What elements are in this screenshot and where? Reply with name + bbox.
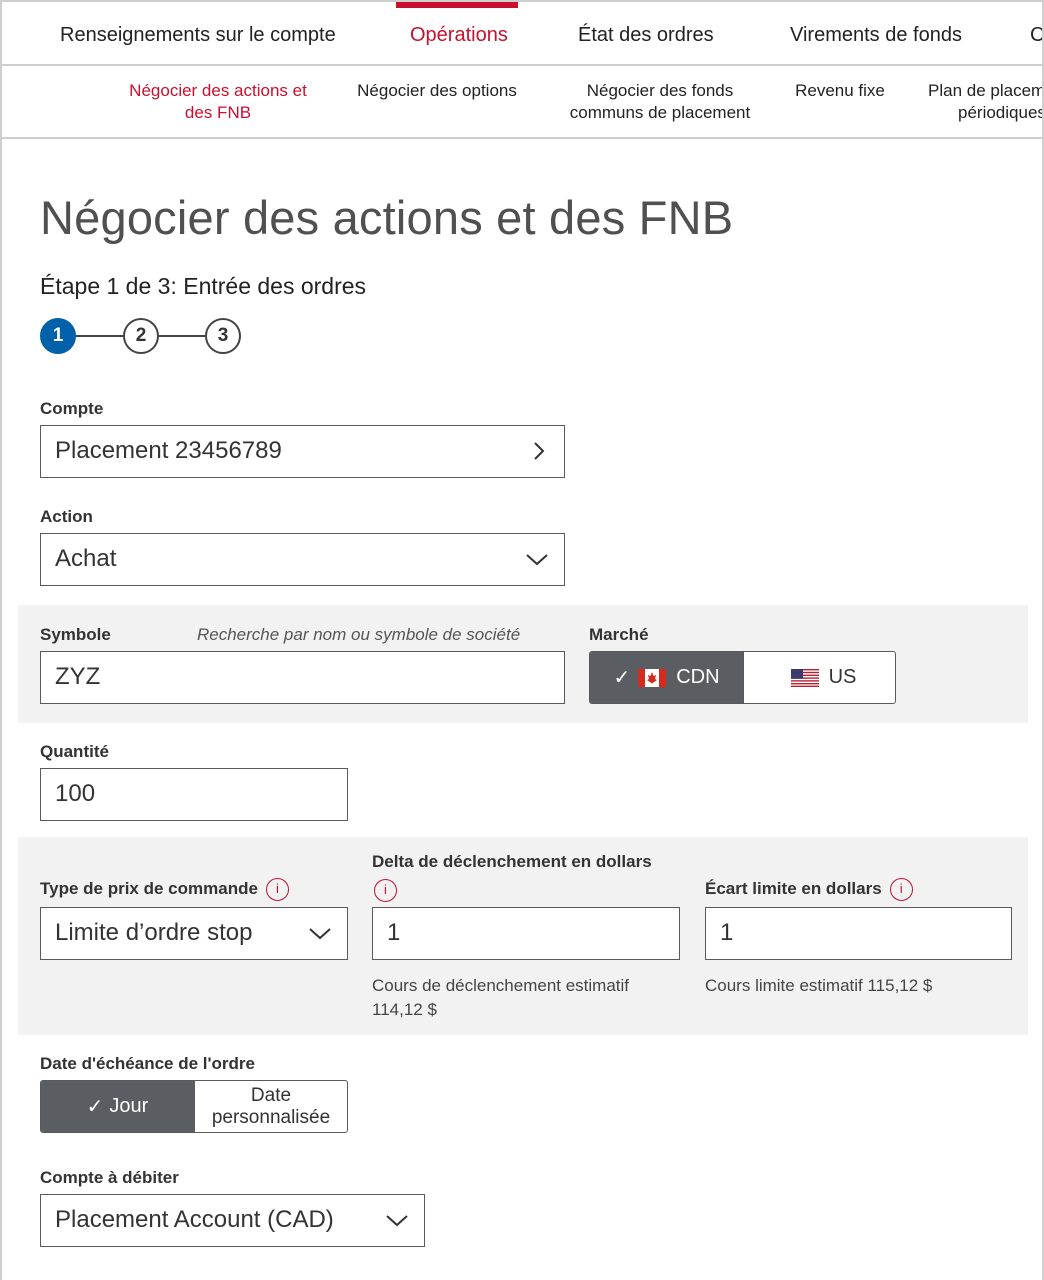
symbol-label: Symbole: [40, 625, 111, 644]
price-type-label-text: Type de prix de commande: [40, 878, 258, 898]
account-selector[interactable]: Placement 23456789: [40, 425, 565, 478]
trigger-delta-value: 1: [387, 919, 401, 946]
estimated-trigger-value: 114,12 $: [372, 1000, 437, 1019]
subnav-label-line1: Négocier des actions et: [129, 81, 307, 100]
subnav-label-line2: des FNB: [184, 103, 252, 122]
subnav-stocks-etfs[interactable]: Négocier des actions et des FNB: [118, 80, 318, 124]
chevron-down-icon: [386, 1215, 408, 1227]
action-select[interactable]: Achat: [40, 533, 565, 586]
debit-account-label: Compte à débiter: [40, 1168, 179, 1187]
info-icon[interactable]: i: [265, 878, 289, 901]
market-label: Marché: [589, 625, 649, 644]
symbol-search-hint: Recherche par nom ou symbole de société: [197, 625, 521, 644]
tab-operations[interactable]: Opérations: [396, 2, 518, 66]
expiry-option-day[interactable]: ✓ Jour: [41, 1081, 194, 1132]
limit-offset-input[interactable]: 1: [705, 907, 1012, 960]
action-label: Action: [40, 507, 93, 526]
trigger-delta-label: Delta de déclenchement en dollars: [372, 852, 652, 871]
subnav-periodic-plans[interactable]: Plan de placem périodiques: [928, 80, 1044, 124]
info-icon[interactable]: i: [889, 878, 913, 901]
info-icon[interactable]: i: [374, 879, 397, 902]
tab-order-status[interactable]: État des ordres: [578, 2, 714, 66]
subnav-label-line2: périodiques: [958, 103, 1044, 122]
action-value: Achat: [55, 545, 117, 572]
subnav-label-line1: Revenu fixe: [795, 81, 885, 100]
expiry-option-custom-date[interactable]: Date personnalisée: [194, 1081, 347, 1132]
step-connector: [76, 335, 124, 337]
top-nav: Renseignements sur le compte Opérations …: [2, 2, 1042, 66]
app-frame: Renseignements sur le compte Opérations …: [0, 0, 1044, 1280]
chevron-down-icon: [526, 554, 548, 566]
expiry-toggle: ✓ Jour Date personnalisée: [40, 1080, 348, 1133]
tab-account-info[interactable]: Renseignements sur le compte: [60, 2, 336, 66]
subnav-mutual-funds[interactable]: Négocier des fonds communs de placement: [558, 80, 762, 124]
subnav-label-line1: Plan de placem: [928, 81, 1044, 100]
account-value: Placement 23456789: [55, 437, 282, 464]
subnav-label-line2: communs de placement: [569, 103, 751, 122]
expiry-label: Date d'échéance de l'ordre: [40, 1054, 255, 1073]
symbol-input[interactable]: ZYZ: [40, 651, 565, 704]
market-option-label: US: [828, 666, 857, 688]
estimated-limit-price: Cours limite estimatif 115,12 $: [705, 976, 933, 995]
tab-more[interactable]: C: [1030, 2, 1042, 66]
estimated-trigger-text: Cours de déclenchement estimatif: [372, 976, 630, 995]
symbol-value: ZYZ: [55, 663, 101, 690]
subnav-options[interactable]: Négocier des options: [347, 80, 527, 102]
step-2-indicator: 2: [123, 318, 159, 354]
price-type-select[interactable]: Limite d’ordre stop: [40, 907, 348, 960]
step-3-indicator: 3: [205, 318, 241, 354]
estimated-trigger-price: Cours de déclenchement estimatif 114,12 …: [372, 974, 629, 1022]
market-option-us[interactable]: US: [743, 652, 895, 703]
price-type-value: Limite d’ordre stop: [55, 919, 253, 946]
chevron-right-icon: [534, 442, 545, 460]
check-icon: ✓: [613, 667, 631, 689]
check-icon: ✓: [86, 1096, 104, 1118]
debit-account-value: Placement Account (CAD): [55, 1206, 334, 1233]
expiry-option-label-line2: personnalisée: [211, 1106, 331, 1128]
subnav-fixed-income[interactable]: Revenu fixe: [786, 80, 894, 102]
market-toggle: ✓ CDN US: [589, 651, 896, 704]
market-option-label: CDN: [676, 666, 720, 688]
tab-fund-transfers[interactable]: Virements de fonds: [790, 2, 962, 66]
step-1-indicator: 1: [40, 318, 76, 354]
debit-account-select[interactable]: Placement Account (CAD): [40, 1194, 425, 1247]
trigger-delta-input[interactable]: 1: [372, 907, 680, 960]
account-label: Compte: [40, 399, 104, 418]
expiry-option-label: Jour: [109, 1095, 149, 1117]
quantity-value: 100: [55, 780, 96, 807]
step-label: Étape 1 de 3: Entrée des ordres: [40, 273, 367, 299]
subnav-label-line1: Négocier des fonds: [586, 81, 734, 100]
limit-offset-value: 1: [720, 919, 734, 946]
price-type-label: Type de prix de commande i: [40, 878, 289, 901]
market-option-cdn[interactable]: ✓ CDN: [590, 652, 743, 703]
sub-nav: Négocier des actions et des FNB Négocier…: [2, 66, 1044, 139]
page-title: Négocier des actions et des FNB: [40, 191, 734, 244]
expiry-option-label-line1: Date: [250, 1084, 292, 1106]
limit-offset-label-text: Écart limite en dollars: [705, 878, 882, 898]
step-connector: [159, 335, 207, 337]
subnav-label-line1: Négocier des options: [357, 81, 517, 100]
us-flag-icon: [790, 668, 819, 687]
chevron-down-icon: [309, 928, 331, 940]
quantity-input[interactable]: 100: [40, 768, 348, 821]
limit-offset-label: Écart limite en dollars i: [705, 878, 913, 901]
canada-flag-icon: [638, 668, 667, 687]
quantity-label: Quantité: [40, 742, 109, 761]
